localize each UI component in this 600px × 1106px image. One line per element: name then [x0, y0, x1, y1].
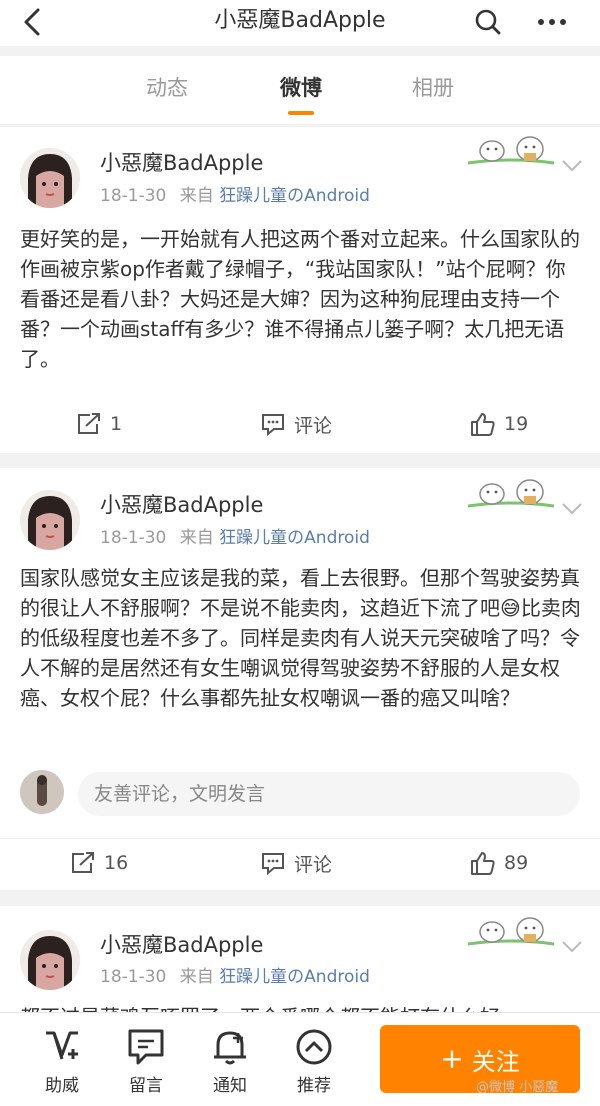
recommend-button[interactable]: 推荐 [284, 1025, 344, 1097]
post-card[interactable]: 小惡魔BadApple 18-1-30 来自 狂躁儿童のAndroid 更好笑的… [0, 127, 600, 453]
repost-button[interactable]: 16 [70, 838, 128, 888]
page-title: 小惡魔BadApple [214, 8, 386, 33]
top-bar: 小惡魔BadApple [0, 0, 600, 46]
repost-count: 16 [104, 852, 129, 874]
repost-button[interactable]: 1 [76, 399, 122, 449]
comment-icon [262, 414, 284, 436]
message-icon [128, 1029, 164, 1065]
post-date: 18-1-30 [100, 528, 167, 548]
post-card[interactable]: 小惡魔BadApple 18-1-30 来自 狂躁儿童のAndroid 国家队感… [0, 468, 600, 890]
watermark: @微博 小惡魔 [476, 1080, 559, 1095]
chevron-down-icon[interactable] [560, 155, 584, 175]
cartoon-decoration-icon [468, 479, 554, 508]
avatar-image [20, 930, 80, 990]
thumbs-up-icon [471, 413, 495, 436]
post-source[interactable]: 狂躁儿童のAndroid [219, 967, 370, 987]
post-meta: 18-1-30 来自 狂躁儿童のAndroid [100, 965, 370, 989]
tab-feed[interactable]: 动态 [146, 74, 188, 102]
post-text: 国家队感觉女主应该是我的菜，看上去很野。但那个驾驶姿势真的很让人不舒服啊？不是说… [20, 566, 581, 710]
thumbs-up-icon [471, 852, 495, 875]
follow-label: 关注 [471, 1047, 520, 1076]
chevron-up-circle-icon [296, 1029, 332, 1065]
message-button[interactable]: 留言 [116, 1025, 176, 1097]
source-prefix: 来自 [179, 967, 214, 987]
post-text: 更好笑的是，一开始就有人把这两个番对立起来。什么国家队的作画被京紫op作者戴了绿… [20, 227, 580, 371]
avatar-image [20, 490, 80, 550]
post-text: 都不过是菜鸡互啄罢了，两个番哪个都不能打有什么好 [20, 1002, 582, 1012]
post-actions: 1 评论 19 [0, 399, 600, 449]
post-actions: 16 评论 89 [0, 838, 600, 888]
post-date: 18-1-30 [100, 967, 167, 987]
username[interactable]: 小惡魔BadApple [100, 149, 263, 177]
avatar[interactable] [20, 148, 80, 208]
repost-icon [72, 852, 94, 873]
comment-icon [262, 853, 284, 875]
post-meta: 18-1-30 来自 狂躁儿童のAndroid [100, 184, 370, 208]
profile-tabs: 动态 微博 相册 [0, 56, 600, 124]
post-meta: 18-1-30 来自 狂躁儿童のAndroid [100, 526, 370, 550]
tab-weibo[interactable]: 微博 [280, 74, 322, 102]
comment-button[interactable]: 评论 [260, 838, 332, 888]
post-card[interactable]: 小惡魔BadApple 18-1-30 来自 狂躁儿童のAndroid 都不过是… [0, 906, 600, 1012]
avatar[interactable] [20, 490, 80, 550]
notify-button[interactable]: 通知 [200, 1025, 260, 1097]
repost-icon [78, 413, 100, 434]
commenter-avatar-image [20, 770, 64, 814]
like-button[interactable]: 89 [470, 838, 528, 888]
source-prefix: 来自 [179, 186, 214, 206]
bell-icon [214, 1031, 246, 1065]
cheer-button[interactable]: 助威 [32, 1025, 92, 1097]
post-date: 18-1-30 [100, 186, 167, 206]
comment-label: 评论 [294, 414, 333, 437]
avatar[interactable] [20, 930, 80, 990]
notify-label: 通知 [213, 1076, 247, 1096]
more-dots-icon [538, 19, 566, 25]
chevron-down-icon[interactable] [560, 498, 584, 518]
cartoon-decoration-icon [468, 917, 554, 946]
like-button[interactable]: 19 [470, 399, 528, 449]
comment-label: 评论 [294, 853, 333, 876]
repost-count: 1 [110, 413, 123, 435]
username[interactable]: 小惡魔BadApple [100, 491, 263, 519]
message-label: 留言 [129, 1076, 163, 1096]
comment-button[interactable]: 评论 [260, 399, 332, 449]
active-tab-indicator [288, 111, 314, 115]
post-source[interactable]: 狂躁儿童のAndroid [219, 528, 370, 548]
post-source[interactable]: 狂躁儿童のAndroid [219, 186, 370, 206]
like-count: 19 [504, 413, 529, 435]
comment-input[interactable]: 友善评论，文明发言 [78, 772, 580, 816]
tab-album[interactable]: 相册 [412, 74, 454, 102]
more-button[interactable] [532, 5, 572, 39]
like-count: 89 [504, 852, 529, 874]
search-icon [475, 9, 501, 35]
cheer-label: 助威 [45, 1076, 79, 1096]
username[interactable]: 小惡魔BadApple [100, 931, 263, 959]
avatar-image [20, 148, 80, 208]
source-prefix: 来自 [179, 528, 214, 548]
cheer-icon [46, 1031, 78, 1060]
chevron-down-icon[interactable] [560, 936, 584, 956]
cartoon-decoration-icon [468, 136, 554, 165]
recommend-label: 推荐 [297, 1076, 331, 1096]
commenter-avatar [20, 770, 64, 814]
plus-icon: + [440, 1042, 464, 1075]
search-button[interactable] [472, 5, 504, 39]
